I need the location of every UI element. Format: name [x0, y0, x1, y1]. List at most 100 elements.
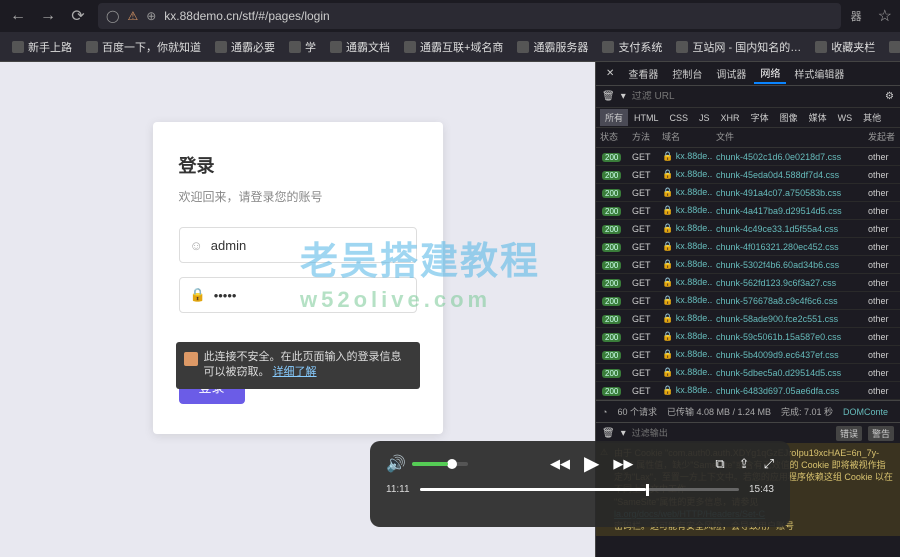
network-row[interactable]: 200GET🔒 kx.88de...chunk-4502c1d6.0e0218d… — [596, 148, 900, 166]
user-icon: ☺ — [190, 238, 203, 253]
bookmark-item[interactable]: 通霸必要 — [209, 36, 281, 58]
shield-icon: ◯ — [106, 9, 119, 23]
network-row[interactable]: 200GET🔒 kx.88de...chunk-58ade900.fce2c55… — [596, 310, 900, 328]
devtools-tabs: ✕ 查看器 控制台 调试器 网络 样式编辑器 — [596, 62, 900, 86]
console-filter-input[interactable] — [632, 428, 830, 438]
tab-inspector[interactable]: 查看器 — [622, 64, 664, 83]
volume-slider[interactable] — [412, 462, 468, 466]
network-row[interactable]: 200GET🔒 kx.88de...chunk-4a417ba9.d29514d… — [596, 202, 900, 220]
network-row[interactable]: 200GET🔒 kx.88de...chunk-4c49ce33.1d5f55a… — [596, 220, 900, 238]
bookmark-label: 学 — [305, 39, 316, 55]
network-summary: ◔ 60 个请求 已传输 4.08 MB / 1.24 MB 完成: 7.01 … — [596, 400, 900, 422]
play-button[interactable]: ▶ — [584, 451, 599, 476]
summary-requests: 60 个请求 — [617, 405, 657, 418]
media-player: 🔊 ◀◀ ▶ ▶▶ ⧉ ⇪ ⤢ 11:11 15:43 — [370, 441, 790, 527]
col-file[interactable]: 文件 — [712, 128, 864, 147]
type-filter[interactable]: 其他 — [858, 109, 886, 126]
bookmark-item[interactable]: 新手上路 — [6, 36, 78, 58]
favicon — [215, 41, 227, 53]
network-row[interactable]: 200GET🔒 kx.88de...chunk-4f016321.280ec45… — [596, 238, 900, 256]
network-type-filters: 所有HTMLCSSJSXHR字体图像媒体WS其他 — [596, 108, 900, 128]
pip-icon[interactable]: ⧉ — [715, 456, 724, 472]
url-text: kx.88demo.cn/stf/#/pages/login — [164, 9, 329, 23]
network-filter-bar: 🗑 ▾ ⚙ — [596, 86, 900, 108]
type-filter[interactable]: 媒体 — [804, 109, 832, 126]
bookmark-item[interactable]: 百度一下，你就知道 — [80, 36, 207, 58]
type-filter[interactable]: 所有 — [600, 109, 628, 126]
col-method[interactable]: 方法 — [628, 128, 658, 147]
bookmark-item[interactable]: 通霸文档 — [324, 36, 396, 58]
network-filter-input[interactable] — [632, 91, 879, 102]
tab-debugger[interactable]: 调试器 — [710, 64, 752, 83]
favicon — [517, 41, 529, 53]
type-filter[interactable]: 图像 — [775, 109, 803, 126]
filter-funnel-icon[interactable]: ▾ — [621, 428, 626, 439]
type-filter[interactable]: 字体 — [746, 109, 774, 126]
lock-icon: 🔒 — [190, 287, 206, 303]
fullscreen-icon[interactable]: ⤢ — [764, 456, 774, 472]
col-initiator[interactable]: 发起者 — [864, 128, 900, 147]
password-input[interactable] — [214, 288, 406, 303]
favicon — [889, 41, 900, 53]
reload-button[interactable]: ⟳ — [68, 6, 88, 26]
network-row[interactable]: 200GET🔒 kx.88de...chunk-59c5061b.15a587e… — [596, 328, 900, 346]
volume-icon[interactable]: 🔊 — [386, 454, 406, 474]
volume-control[interactable]: 🔊 — [386, 454, 468, 474]
network-row[interactable]: 200GET🔒 kx.88de...chunk-6483d697.05ae6df… — [596, 382, 900, 400]
summary-transfer: 已传输 4.08 MB / 1.24 MB — [667, 405, 771, 418]
trash-icon[interactable]: 🗑 — [602, 428, 615, 439]
network-row[interactable]: 200GET🔒 kx.88de...chunk-5302f4b6.60ad34b… — [596, 256, 900, 274]
bookmark-item[interactable]: 通霸互联+域名商 — [398, 36, 509, 58]
tab-network[interactable]: 网络 — [754, 63, 786, 84]
type-filter[interactable]: JS — [694, 111, 715, 125]
back-button[interactable]: ← — [8, 6, 28, 26]
bookmark-item[interactable]: H5盲盒商城系统安装… — [883, 36, 900, 58]
qr-icon[interactable]: 器 — [851, 8, 862, 24]
type-filter[interactable]: CSS — [665, 111, 694, 125]
progress-bar[interactable] — [420, 488, 739, 491]
trash-icon[interactable]: 🗑 — [602, 91, 615, 102]
close-devtools-icon[interactable]: ✕ — [600, 66, 620, 81]
type-filter[interactable]: HTML — [629, 111, 664, 125]
username-input[interactable] — [211, 238, 406, 253]
forward-button[interactable]: ▶▶ — [613, 456, 633, 472]
network-row[interactable]: 200GET🔒 kx.88de...chunk-491a4c07.a750583… — [596, 184, 900, 202]
network-row[interactable]: 200GET🔒 kx.88de...chunk-5dbec5a0.d29514d… — [596, 364, 900, 382]
favicon — [330, 41, 342, 53]
bookmark-label: 支付系统 — [618, 39, 662, 55]
filter-funnel-icon[interactable]: ▾ — [621, 91, 626, 102]
favicon — [815, 41, 827, 53]
bookmark-item[interactable]: 互站网 - 国内知名的… — [670, 36, 807, 58]
bookmark-item[interactable]: 收藏夹栏 — [809, 36, 881, 58]
tab-console[interactable]: 控制台 — [666, 64, 708, 83]
rewind-button[interactable]: ◀◀ — [550, 456, 570, 472]
login-title: 登录 — [179, 152, 417, 178]
tab-style[interactable]: 样式编辑器 — [788, 64, 850, 83]
settings-gear-icon[interactable]: ⚙ — [885, 91, 894, 102]
bookmark-item[interactable]: 通霸服务器 — [511, 36, 594, 58]
network-row[interactable]: 200GET🔒 kx.88de...chunk-5b4009d9.ec6437e… — [596, 346, 900, 364]
errors-toggle[interactable]: 错误 — [836, 426, 862, 441]
player-controls: 🔊 ◀◀ ▶ ▶▶ ⧉ ⇪ ⤢ — [386, 451, 774, 476]
type-filter[interactable]: XHR — [716, 111, 745, 125]
col-status[interactable]: 状态 — [596, 128, 628, 147]
network-row[interactable]: 200GET🔒 kx.88de...chunk-45eda0d4.588df7d… — [596, 166, 900, 184]
type-filter[interactable]: WS — [833, 111, 858, 125]
bookmark-item[interactable]: 学 — [283, 36, 322, 58]
warning-link[interactable]: 详细了解 — [273, 366, 317, 378]
bookmark-item[interactable]: 支付系统 — [596, 36, 668, 58]
permissions-icon: ⊕ — [146, 9, 156, 23]
bookmark-star-icon[interactable]: ☆ — [878, 6, 892, 26]
browser-toolbar: ← → ⟳ ◯ ⚠ ⊕ kx.88demo.cn/stf/#/pages/log… — [0, 0, 900, 32]
share-icon[interactable]: ⇪ — [739, 456, 750, 472]
url-bar[interactable]: ◯ ⚠ ⊕ kx.88demo.cn/stf/#/pages/login — [98, 3, 841, 29]
network-header-row: 状态 方法 域名 文件 发起者 — [596, 128, 900, 148]
network-row[interactable]: 200GET🔒 kx.88de...chunk-576678a8.c9c4f6c… — [596, 292, 900, 310]
forward-button[interactable]: → — [38, 6, 58, 26]
time-current: 11:11 — [386, 484, 410, 495]
bookmark-label: 通霸文档 — [346, 39, 390, 55]
network-row[interactable]: 200GET🔒 kx.88de...chunk-562fd123.9c6f3a2… — [596, 274, 900, 292]
warnings-toggle[interactable]: 警告 — [868, 426, 894, 441]
favicon — [12, 41, 24, 53]
col-domain[interactable]: 域名 — [658, 128, 712, 147]
